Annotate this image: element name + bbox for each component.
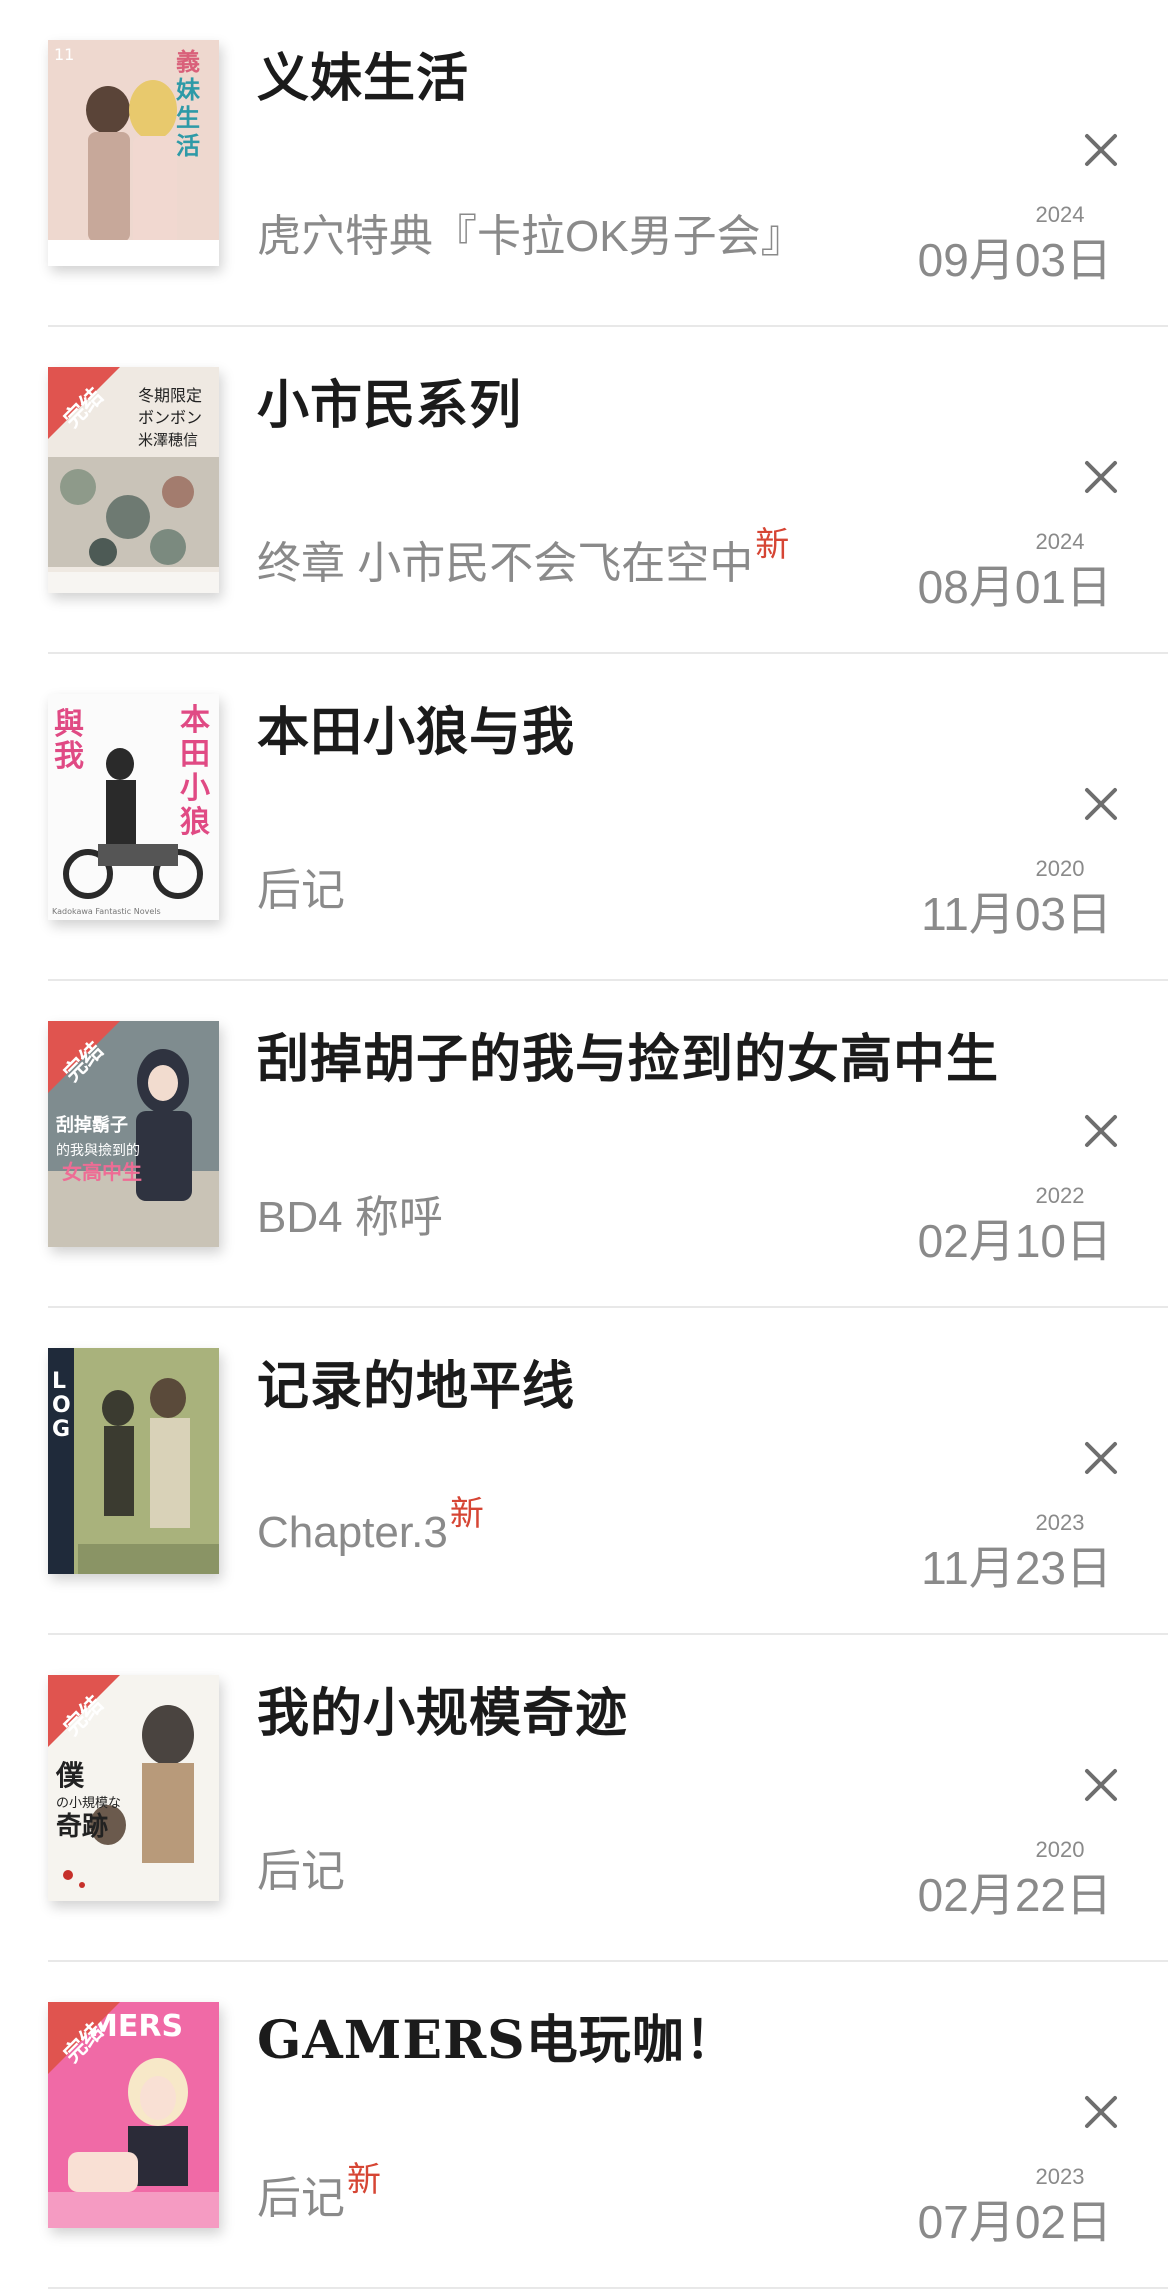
new-badge: 新 <box>449 1495 484 1533</box>
update-date: 07月02日 <box>917 2196 1112 2248</box>
svg-text:生: 生 <box>176 103 200 132</box>
svg-text:田: 田 <box>180 737 210 772</box>
book-cover[interactable]: 刮掉鬍子 的我與撿到的 女高中生 完结 <box>48 1021 219 1247</box>
list-item[interactable]: L O G 记录的地平线 Chapter.3新 2023 11月23日 <box>0 1308 1168 1635</box>
book-title: 刮掉胡子的我与捡到的女高中生 <box>257 1029 1000 1090</box>
book-cover[interactable]: 僕 の小規模な 奇跡 完结 <box>48 1675 219 1901</box>
chapter-label: 后记 <box>257 866 345 915</box>
list-item[interactable]: 冬期限定 ボンボン 米澤穂信 完结 小市民系列 终章 小市民不会飞在空中新 20… <box>0 327 1168 654</box>
svg-text:ボンボン: ボンボン <box>138 408 202 427</box>
close-icon[interactable] <box>1081 784 1121 824</box>
svg-text:O: O <box>52 1393 71 1418</box>
latest-chapter: 后记 <box>257 854 345 918</box>
svg-text:Kadokawa Fantastic Novels: Kadokawa Fantastic Novels <box>52 907 161 916</box>
close-icon[interactable] <box>1081 1438 1121 1478</box>
book-title: 义妹生活 <box>257 48 470 109</box>
book-cover[interactable]: 冬期限定 ボンボン 米澤穂信 完结 <box>48 367 219 593</box>
svg-text:の小規模な: の小規模な <box>56 1796 121 1811</box>
svg-text:的我與撿到的: 的我與撿到的 <box>56 1142 140 1159</box>
svg-text:僕: 僕 <box>55 1759 85 1792</box>
book-title: GAMERS电玩咖！ <box>257 2010 738 2071</box>
svg-text:刮掉鬍子: 刮掉鬍子 <box>56 1114 128 1136</box>
book-title: 记录的地平线 <box>257 1356 576 1417</box>
new-badge: 新 <box>347 2161 381 2199</box>
svg-text:我: 我 <box>54 739 84 774</box>
svg-text:冬期限定: 冬期限定 <box>138 386 202 405</box>
update-date: 02月22日 <box>917 1869 1112 1921</box>
chapter-label: BD4 称呼 <box>257 1193 443 1242</box>
latest-chapter: Chapter.3新 <box>257 1495 484 1558</box>
close-icon[interactable] <box>1081 1765 1121 1805</box>
list-item[interactable]: 僕 の小規模な 奇跡 完结 我的小规模奇迹 后记 2020 02月22日 <box>0 1635 1168 1962</box>
svg-text:與: 與 <box>54 707 84 742</box>
svg-text:米澤穂信: 米澤穂信 <box>138 431 198 449</box>
svg-text:L: L <box>52 1369 66 1394</box>
close-icon[interactable] <box>1081 130 1121 170</box>
svg-text:妹: 妹 <box>176 75 200 104</box>
bookshelf-list: 義 妹 生 活 11 义妹生活 虎穴特典『卡拉OK男子会』 2024 09月03… <box>0 0 1168 2289</box>
latest-chapter: 后记新 <box>257 2161 381 2226</box>
chapter-label: 终章 小市民不会飞在空中 <box>257 539 754 588</box>
svg-text:小: 小 <box>180 771 210 806</box>
svg-text:11: 11 <box>54 45 74 64</box>
update-date: 09月03日 <box>917 234 1112 286</box>
update-date: 08月01日 <box>917 561 1112 613</box>
latest-chapter: BD4 称呼 <box>257 1181 443 1245</box>
list-item[interactable]: 刮掉鬍子 的我與撿到的 女高中生 完结 刮掉胡子的我与捡到的女高中生 BD4 称… <box>0 981 1168 1308</box>
update-date: 11月23日 <box>921 1542 1112 1594</box>
latest-chapter: 虎穴特典『卡拉OK男子会』 <box>257 200 805 264</box>
close-icon[interactable] <box>1081 2092 1121 2132</box>
svg-text:女高中生: 女高中生 <box>62 1160 142 1184</box>
svg-text:狼: 狼 <box>180 805 210 840</box>
latest-chapter: 后记 <box>257 1835 345 1899</box>
chapter-label: Chapter.3 <box>257 1508 448 1557</box>
latest-chapter: 终章 小市民不会飞在空中新 <box>257 526 790 591</box>
list-item[interactable]: MERS 完结 GAMERS电玩咖！ 后记新 2023 07月02日 <box>0 1962 1168 2289</box>
book-cover[interactable]: L O G <box>48 1348 219 1574</box>
book-title: 小市民系列 <box>257 375 523 436</box>
book-cover[interactable]: 與 我 本 田 小 狼 Kadokawa Fantastic Novels <box>48 694 219 920</box>
svg-text:活: 活 <box>176 131 200 160</box>
chapter-label: 虎穴特典『卡拉OK男子会』 <box>257 212 805 261</box>
list-item[interactable]: 與 我 本 田 小 狼 Kadokawa Fantastic Novels 本田… <box>0 654 1168 981</box>
svg-text:G: G <box>52 1417 70 1442</box>
svg-text:奇跡: 奇跡 <box>56 1812 108 1842</box>
new-badge: 新 <box>755 526 790 564</box>
svg-text:義: 義 <box>176 47 200 76</box>
book-cover[interactable]: 義 妹 生 活 11 <box>48 40 219 266</box>
book-cover[interactable]: MERS 完结 <box>48 2002 219 2228</box>
book-title: 本田小狼与我 <box>257 702 576 763</box>
chapter-label: 后记 <box>257 1847 345 1896</box>
chapter-label: 后记 <box>257 2174 345 2223</box>
update-date: 02月10日 <box>917 1215 1112 1267</box>
svg-text:本: 本 <box>180 703 210 738</box>
book-title: 我的小规模奇迹 <box>257 1683 629 1744</box>
close-icon[interactable] <box>1081 457 1121 497</box>
list-item[interactable]: 義 妹 生 活 11 义妹生活 虎穴特典『卡拉OK男子会』 2024 09月03… <box>0 0 1168 327</box>
update-date: 11月03日 <box>921 888 1112 940</box>
close-icon[interactable] <box>1081 1111 1121 1151</box>
